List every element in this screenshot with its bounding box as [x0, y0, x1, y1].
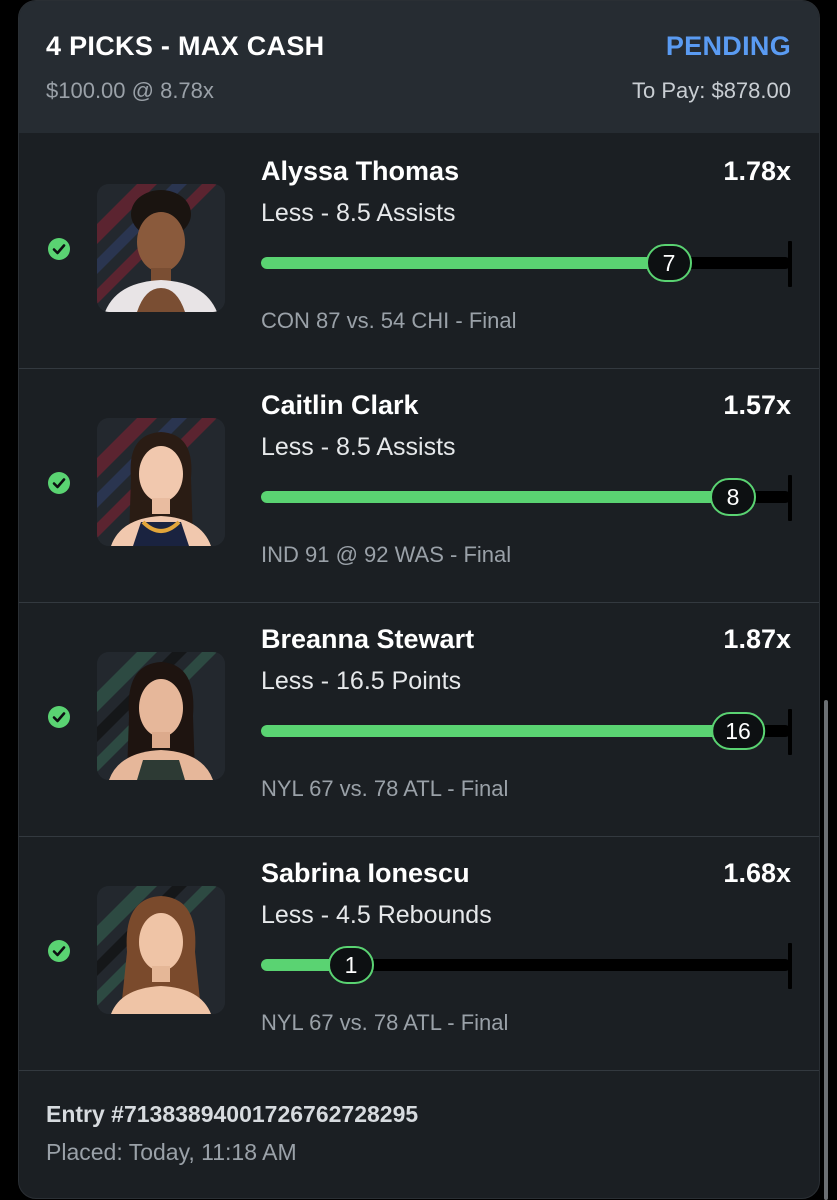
- pick-row[interactable]: Breanna Stewart 1.87x Less - 16.5 Points…: [19, 602, 819, 837]
- progress-fill: [261, 491, 733, 503]
- check-circle-icon: [48, 238, 70, 260]
- pick-row[interactable]: Caitlin Clark 1.57x Less - 8.5 Assists 8…: [19, 368, 819, 603]
- progress-line-marker: [788, 241, 792, 287]
- player-name: Sabrina Ionescu: [261, 858, 470, 888]
- player-name: Alyssa Thomas: [261, 156, 460, 186]
- progress-line-marker: [788, 943, 792, 989]
- pick-multiplier: 1.78x: [723, 156, 791, 186]
- progress-line-marker: [788, 475, 792, 521]
- actual-value-badge: 7: [646, 244, 692, 282]
- prop-line: Less - 4.5 Rebounds: [261, 901, 492, 929]
- actual-value-badge: 8: [710, 478, 756, 516]
- to-pay-text: To Pay: $878.00: [631, 78, 791, 103]
- progress-fill: [261, 257, 669, 269]
- player-avatar: [97, 184, 225, 312]
- scrollbar[interactable]: [824, 700, 828, 1200]
- progress-line-marker: [788, 709, 792, 755]
- entry-footer: Entry #71383894001726762728295 Placed: T…: [19, 1071, 819, 1198]
- player-avatar: [97, 418, 225, 546]
- game-score: IND 91 @ 92 WAS - Final: [261, 542, 512, 567]
- pick-multiplier: 1.87x: [723, 624, 791, 654]
- progress-track: [261, 257, 791, 269]
- prop-line: Less - 8.5 Assists: [261, 199, 456, 227]
- player-name: Breanna Stewart: [261, 624, 475, 654]
- pick-multiplier: 1.68x: [723, 858, 791, 888]
- check-circle-icon: [48, 472, 70, 494]
- prop-line: Less - 8.5 Assists: [261, 433, 456, 461]
- check-circle-icon: [48, 706, 70, 728]
- actual-value-badge: 1: [328, 946, 374, 984]
- pick-multiplier: 1.57x: [723, 390, 791, 420]
- prop-line: Less - 16.5 Points: [261, 667, 462, 695]
- progress-fill: [261, 725, 738, 737]
- stake-text: $100.00 @ 8.78x: [46, 78, 214, 103]
- check-circle-icon: [48, 940, 70, 962]
- status-badge: PENDING: [665, 31, 791, 61]
- player-avatar: [97, 652, 225, 780]
- game-score: CON 87 vs. 54 CHI - Final: [261, 308, 517, 333]
- entry-title: 4 PICKS - MAX CASH: [46, 31, 325, 61]
- pick-row[interactable]: Alyssa Thomas 1.78x Less - 8.5 Assists 7…: [19, 134, 819, 369]
- entry-card: 4 PICKS - MAX CASH PENDING $100.00 @ 8.7…: [18, 0, 820, 1199]
- game-score: NYL 67 vs. 78 ATL - Final: [261, 1010, 509, 1035]
- placed-time: Placed: Today, 11:18 AM: [46, 1139, 297, 1165]
- player-avatar: [97, 886, 225, 1014]
- player-name: Caitlin Clark: [261, 390, 419, 420]
- entry-id: Entry #71383894001726762728295: [46, 1101, 419, 1127]
- actual-value-badge: 16: [711, 712, 765, 750]
- entry-header: 4 PICKS - MAX CASH PENDING $100.00 @ 8.7…: [19, 1, 819, 133]
- game-score: NYL 67 vs. 78 ATL - Final: [261, 776, 509, 801]
- pick-row[interactable]: Sabrina Ionescu 1.68x Less - 4.5 Rebound…: [19, 836, 819, 1071]
